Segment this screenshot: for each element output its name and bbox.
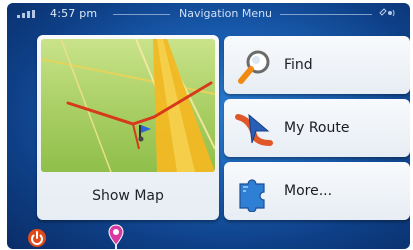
title-divider-left [113,14,170,15]
my-route-button[interactable]: My Route [224,99,410,157]
magnifier-icon [234,46,274,86]
status-bar: 4:57 pm Navigation Menu [7,3,410,25]
signal-icon [17,10,37,18]
power-icon[interactable] [27,228,47,248]
pin-icon[interactable] [107,223,125,249]
clock: 4:57 pm [50,7,98,20]
route-arrow-icon [234,109,274,149]
puzzle-icon [234,172,274,213]
more-label: More... [284,183,333,199]
title-divider-right [280,14,372,15]
navigation-screen: 4:57 pm Navigation Menu Show Map Find My… [7,3,410,249]
show-map-label: Show Map [92,188,164,204]
show-map-button[interactable]: Show Map [37,35,219,220]
map-preview [41,39,215,172]
page-title: Navigation Menu [179,7,273,20]
satellite-icon [378,7,396,22]
find-button[interactable]: Find [224,36,410,94]
my-route-label: My Route [284,120,350,136]
find-label: Find [284,57,313,73]
more-button[interactable]: More... [224,162,410,220]
